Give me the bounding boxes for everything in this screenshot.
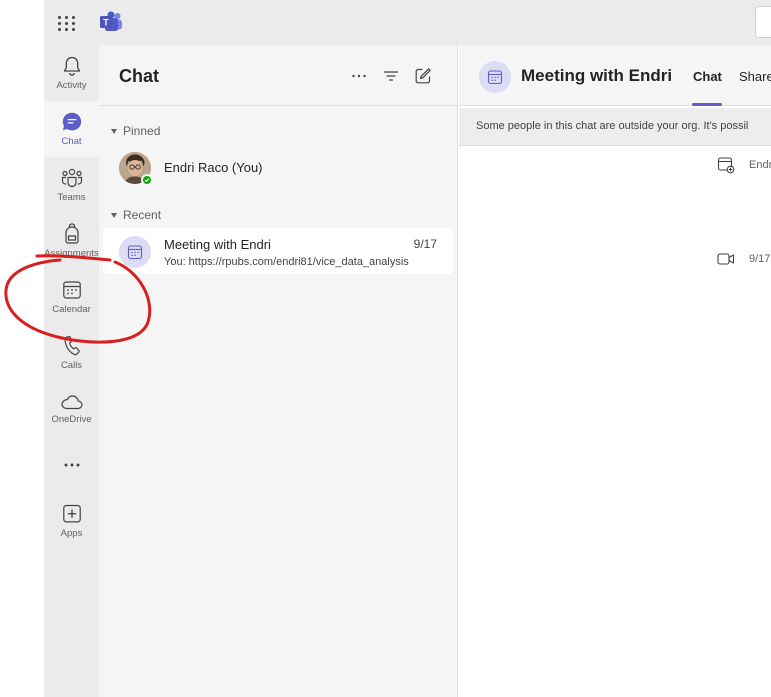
tab-shared[interactable]: Share (739, 69, 771, 84)
phone-icon (64, 335, 80, 356)
chat-icon (62, 112, 81, 131)
video-icon (717, 253, 735, 265)
pinned-section-toggle[interactable]: Pinned (111, 124, 160, 138)
tab-chat[interactable]: Chat (693, 69, 722, 84)
rail-label-calendar: Calendar (52, 304, 91, 315)
external-users-banner: Some people in this chat are outside you… (459, 108, 771, 146)
calendar-add-icon (717, 157, 735, 174)
calendar-icon (487, 70, 503, 85)
presence-available-icon (141, 174, 153, 186)
meeting-event-row: Endr (717, 156, 771, 174)
pinned-section-label: Pinned (123, 124, 161, 138)
conversation-title: Meeting with Endri (521, 66, 673, 85)
recent-section-label: Recent (123, 208, 162, 222)
chat-name: Meeting with Endri (164, 237, 271, 252)
rail-item-calendar[interactable]: Calendar (44, 269, 99, 325)
rail-label-onedrive: OneDrive (51, 414, 92, 425)
rail-item-teams[interactable]: Teams (44, 157, 99, 213)
conversation-pane: Meeting with Endri Chat Share Some peopl… (459, 45, 771, 697)
rail-label-apps: Apps (60, 528, 83, 539)
more-apps-button[interactable] (44, 450, 99, 480)
rail-label-activity: Activity (56, 80, 87, 91)
chat-list-pane: Chat Pinned Endri Raco (You) Recent Meet… (99, 45, 458, 697)
rail-item-apps[interactable]: Apps (44, 493, 99, 549)
app-launcher-icon[interactable] (56, 12, 78, 34)
teams-logo: T (100, 11, 122, 31)
more-horizontal-icon (64, 463, 79, 467)
cloud-icon (60, 395, 83, 410)
new-chat-button[interactable] (412, 65, 434, 87)
recent-section-toggle[interactable]: Recent (111, 208, 161, 222)
apps-add-icon (62, 504, 81, 523)
rail-label-teams: Teams (57, 192, 86, 203)
chat-name: Endri Raco (You) (164, 160, 263, 175)
chat-preview: You: https://rpubs.com/endri81/vice_data… (164, 256, 409, 268)
meeting-avatar (119, 236, 151, 268)
rail-item-onedrive[interactable]: OneDrive (44, 381, 99, 433)
rail-label-chat: Chat (61, 136, 82, 147)
conversation-header: Meeting with Endri Chat Share (459, 45, 771, 106)
svg-text:T: T (103, 18, 109, 28)
meeting-event-row: 9/17 (717, 252, 770, 266)
filter-icon (383, 71, 399, 81)
rail-item-chat[interactable]: Chat (44, 101, 99, 157)
calendar-icon (127, 245, 143, 260)
meeting-avatar (479, 61, 511, 93)
active-tab-indicator (692, 103, 722, 106)
event-text: Endr (749, 159, 771, 171)
chat-list-title: Chat (119, 66, 159, 86)
chevron-down-icon (111, 212, 117, 218)
rail-item-assignments[interactable]: Assignments (44, 213, 99, 269)
title-bar: T (44, 0, 771, 45)
banner-text: Some people in this chat are outside you… (476, 120, 749, 132)
calendar-icon (62, 281, 81, 299)
more-options-button[interactable] (348, 65, 370, 87)
left-margin (0, 0, 44, 697)
bell-icon (63, 56, 80, 76)
chat-date: 9/17 (413, 237, 437, 251)
teams-window: T Activity Chat Teams Assignments Calend… (0, 0, 771, 697)
compose-icon (415, 68, 431, 84)
rail-item-activity[interactable]: Activity (44, 45, 99, 101)
teams-icon (61, 168, 82, 188)
more-horizontal-icon (352, 74, 366, 78)
event-text: 9/17 (749, 253, 771, 265)
rail-label-assignments: Assignments (44, 248, 99, 259)
chat-list-header: Chat (99, 45, 458, 106)
rail-item-calls[interactable]: Calls (44, 325, 99, 381)
backpack-icon (64, 223, 79, 244)
app-rail: Activity Chat Teams Assignments Calendar… (44, 45, 99, 697)
chat-list-item[interactable]: Meeting with Endri 9/17 You: https://rpu… (103, 228, 453, 274)
search-box[interactable] (755, 6, 771, 38)
filter-button[interactable] (380, 65, 402, 87)
chevron-down-icon (111, 128, 117, 134)
chat-list-item[interactable]: Endri Raco (You) (103, 144, 453, 190)
rail-label-calls: Calls (60, 360, 83, 371)
